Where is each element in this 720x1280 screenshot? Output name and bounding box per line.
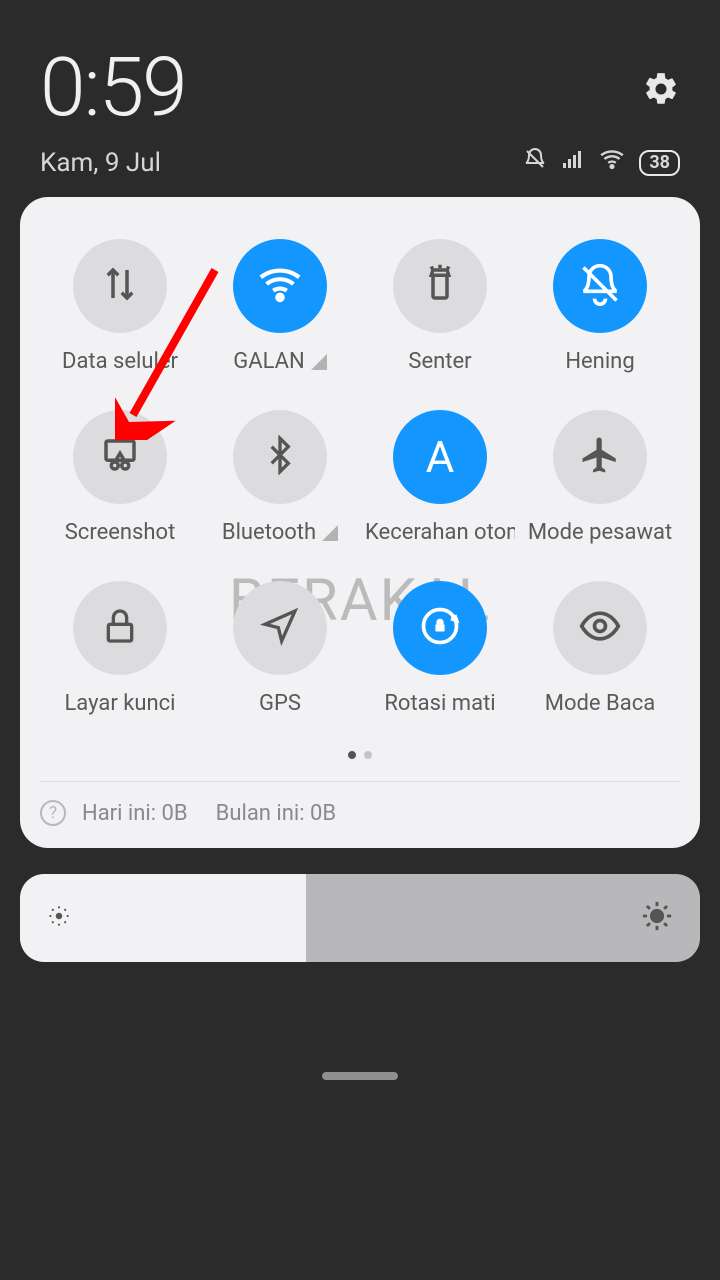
- usage-month: Bulan ini: 0B: [216, 801, 336, 826]
- tile-gps[interactable]: GPS: [200, 581, 360, 716]
- location-icon: [260, 606, 300, 650]
- tile-airplane[interactable]: Mode pesawat: [520, 410, 680, 545]
- settings-gear-icon[interactable]: [642, 70, 680, 112]
- tile-flashlight[interactable]: Senter: [360, 239, 520, 374]
- status-bar: 38: [523, 146, 680, 179]
- tile-read-mode[interactable]: Mode Baca: [520, 581, 680, 716]
- tile-label: GPS: [259, 691, 301, 716]
- brightness-slider[interactable]: [20, 874, 700, 962]
- tile-rotation-lock[interactable]: Rotasi mati: [360, 581, 520, 716]
- brightness-high-icon: [640, 899, 674, 937]
- wifi-icon: [599, 146, 625, 179]
- tile-screenshot[interactable]: Screenshot: [40, 410, 200, 545]
- tile-wifi[interactable]: GALAN: [200, 239, 360, 374]
- page-indicator[interactable]: [40, 744, 680, 763]
- help-icon: ?: [40, 800, 66, 826]
- tile-label: Layar kunci: [64, 691, 175, 716]
- tile-label: Kecerahan otomatis: [365, 520, 515, 545]
- mobile-data-icon: [99, 263, 141, 309]
- tile-auto-brightness[interactable]: A Kecerahan otomatis: [360, 410, 520, 545]
- data-usage-row[interactable]: ? Hari ini: 0B Bulan ini: 0B: [40, 781, 680, 826]
- mute-icon: [523, 147, 547, 178]
- tile-label: Senter: [408, 349, 471, 374]
- tile-label: Mode pesawat: [528, 520, 672, 545]
- flashlight-icon: [419, 263, 461, 309]
- dnd-icon: [578, 262, 622, 310]
- quick-settings-panel: BERAKAL Data seluler GALAN Senter: [20, 197, 700, 848]
- tile-label: Hening: [565, 349, 634, 374]
- brightness-low-icon: [46, 903, 72, 933]
- tile-lock-screen[interactable]: Layar kunci: [40, 581, 200, 716]
- date-text: Kam, 9 Jul: [40, 148, 161, 178]
- tile-mobile-data[interactable]: Data seluler: [40, 239, 200, 374]
- tile-label: Data seluler: [62, 349, 178, 374]
- tile-bluetooth[interactable]: Bluetooth: [200, 410, 360, 545]
- drag-handle[interactable]: [322, 1072, 398, 1080]
- rotation-lock-icon: [418, 604, 462, 652]
- usage-today: Hari ini: 0B: [82, 801, 188, 826]
- airplane-icon: [579, 434, 621, 480]
- screenshot-icon: [99, 434, 141, 480]
- battery-level: 38: [639, 150, 680, 176]
- tile-label: Mode Baca: [545, 691, 655, 716]
- lock-icon: [100, 606, 140, 650]
- tile-label: Rotasi mati: [384, 691, 495, 716]
- cellular-signal-icon: [561, 147, 585, 178]
- wifi-icon: [257, 261, 303, 311]
- eye-icon: [578, 604, 622, 652]
- tile-dnd[interactable]: Hening: [520, 239, 680, 374]
- bluetooth-icon: [260, 435, 300, 479]
- clock-time: 0:59: [40, 40, 680, 136]
- tile-label: Screenshot: [65, 520, 176, 545]
- auto-brightness-icon: A: [426, 431, 455, 483]
- tile-label: Bluetooth: [222, 520, 338, 545]
- tile-label: GALAN: [233, 349, 326, 374]
